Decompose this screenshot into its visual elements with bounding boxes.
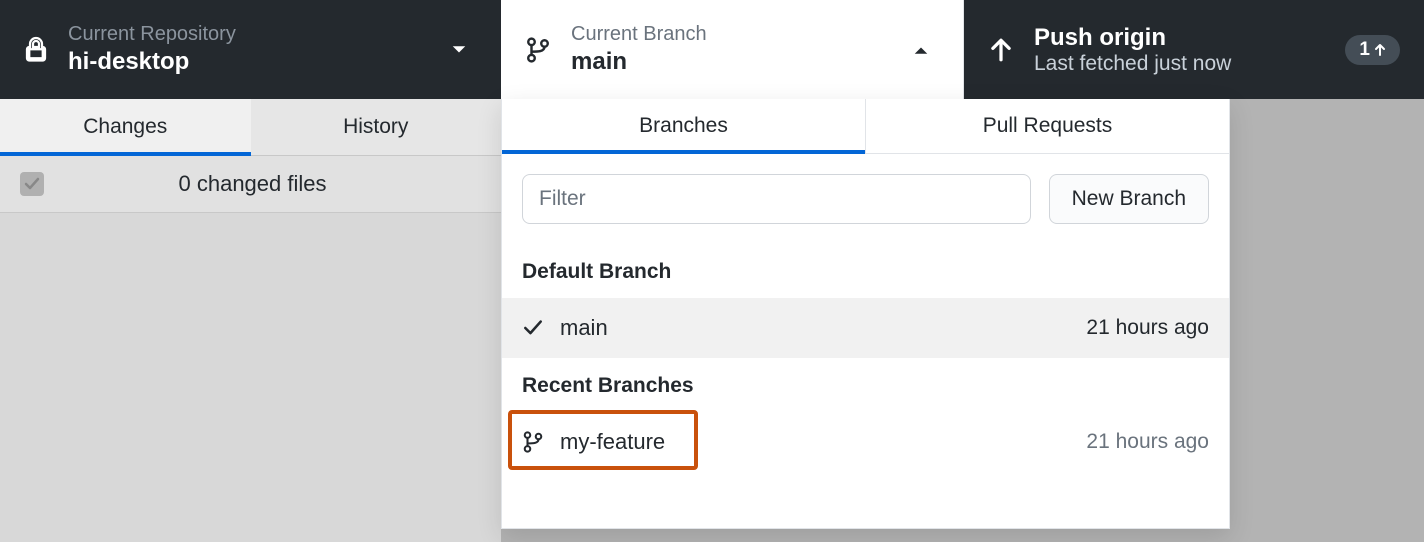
upload-icon bbox=[988, 36, 1014, 64]
dropdown-tab-pulls-label: Pull Requests bbox=[983, 114, 1113, 138]
branch-item-time: 21 hours ago bbox=[1086, 316, 1209, 340]
dropdown-tab-pulls[interactable]: Pull Requests bbox=[865, 99, 1229, 153]
tab-changes[interactable]: Changes bbox=[0, 99, 251, 155]
changes-bar: 0 changed files bbox=[0, 155, 501, 213]
tab-changes-label: Changes bbox=[83, 115, 167, 139]
push-subtitle: Last fetched just now bbox=[1034, 52, 1345, 76]
branch-item-my-feature[interactable]: my-feature 21 hours ago bbox=[502, 412, 1229, 472]
repo-selector[interactable]: Current Repository hi-desktop bbox=[0, 0, 501, 99]
chevron-up-icon bbox=[913, 45, 929, 55]
dropdown-tab-branches[interactable]: Branches bbox=[502, 99, 865, 153]
branch-name: main bbox=[571, 48, 913, 76]
repo-name: hi-desktop bbox=[68, 48, 451, 76]
new-branch-button[interactable]: New Branch bbox=[1049, 174, 1209, 224]
branch-item-main[interactable]: main 21 hours ago bbox=[502, 298, 1229, 358]
branch-label: Current Branch bbox=[571, 23, 913, 46]
recent-branches-header: Recent Branches bbox=[502, 358, 1229, 412]
default-branch-header: Default Branch bbox=[502, 244, 1229, 298]
lock-icon bbox=[24, 36, 48, 64]
git-branch-icon bbox=[522, 430, 548, 454]
branch-item-name: my-feature bbox=[560, 429, 1086, 455]
chevron-down-icon bbox=[451, 45, 467, 55]
changed-files-text: 0 changed files bbox=[64, 171, 481, 197]
tab-history[interactable]: History bbox=[251, 99, 502, 155]
push-button[interactable]: Push origin Last fetched just now 1 bbox=[964, 0, 1424, 99]
push-badge: 1 bbox=[1345, 35, 1400, 65]
repo-label: Current Repository bbox=[68, 23, 451, 46]
git-branch-icon bbox=[525, 35, 551, 65]
branch-item-name: main bbox=[560, 315, 1086, 341]
branch-dropdown: Branches Pull Requests New Branch Defaul… bbox=[501, 99, 1230, 529]
tab-history-label: History bbox=[343, 115, 408, 139]
branch-filter-input[interactable] bbox=[522, 174, 1031, 224]
branch-item-time: 21 hours ago bbox=[1086, 430, 1209, 454]
push-badge-count: 1 bbox=[1359, 39, 1370, 61]
dropdown-tab-branches-label: Branches bbox=[639, 114, 728, 138]
select-all-checkbox[interactable] bbox=[20, 172, 44, 196]
check-icon bbox=[522, 319, 548, 337]
branch-selector[interactable]: Current Branch main bbox=[501, 0, 964, 99]
push-title: Push origin bbox=[1034, 24, 1345, 52]
